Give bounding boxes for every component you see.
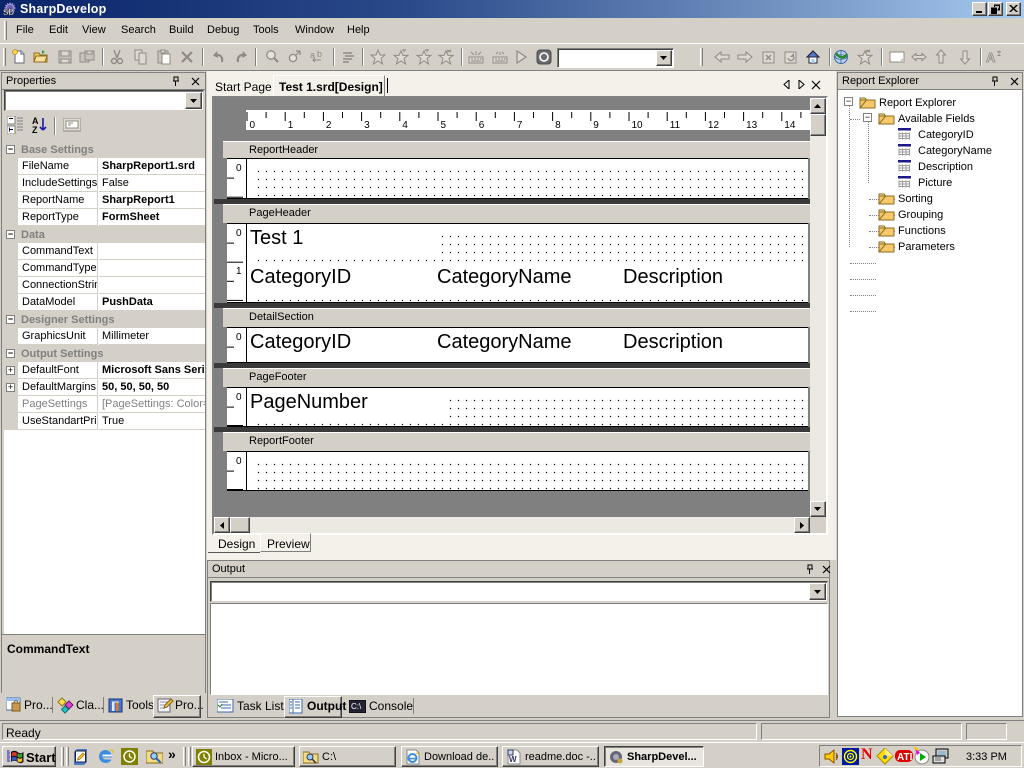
svg-text:14: 14	[784, 120, 796, 130]
svg-text:A: A	[986, 50, 996, 65]
svg-text:11: 11	[670, 120, 681, 130]
svg-text:b: b	[317, 49, 322, 59]
svg-text:C:\: C:\	[351, 702, 362, 711]
svg-text:9: 9	[593, 120, 599, 130]
svg-text:4: 4	[402, 120, 408, 130]
svg-text:0: 0	[236, 228, 242, 239]
svg-text:7: 7	[517, 120, 523, 130]
svg-text:10: 10	[632, 120, 644, 130]
svg-text:1: 1	[288, 120, 294, 130]
svg-text:Z: Z	[32, 125, 38, 134]
svg-text:ATI: ATI	[897, 752, 913, 763]
svg-text:3: 3	[364, 120, 370, 130]
svg-text:8: 8	[555, 120, 561, 130]
svg-text:0: 0	[250, 120, 256, 130]
svg-text:12: 12	[708, 120, 720, 130]
svg-text:6: 6	[479, 120, 485, 130]
svg-text:13: 13	[746, 120, 758, 130]
svg-text:5: 5	[441, 120, 447, 130]
svg-text:0: 0	[236, 332, 242, 343]
svg-text:2: 2	[326, 120, 332, 130]
svg-text:0: 0	[236, 163, 242, 174]
svg-text:0: 0	[236, 456, 242, 467]
svg-text:1: 1	[236, 266, 242, 277]
svg-text:SD: SD	[3, 8, 14, 17]
svg-text:0: 0	[236, 392, 242, 403]
svg-text:W: W	[509, 755, 517, 764]
